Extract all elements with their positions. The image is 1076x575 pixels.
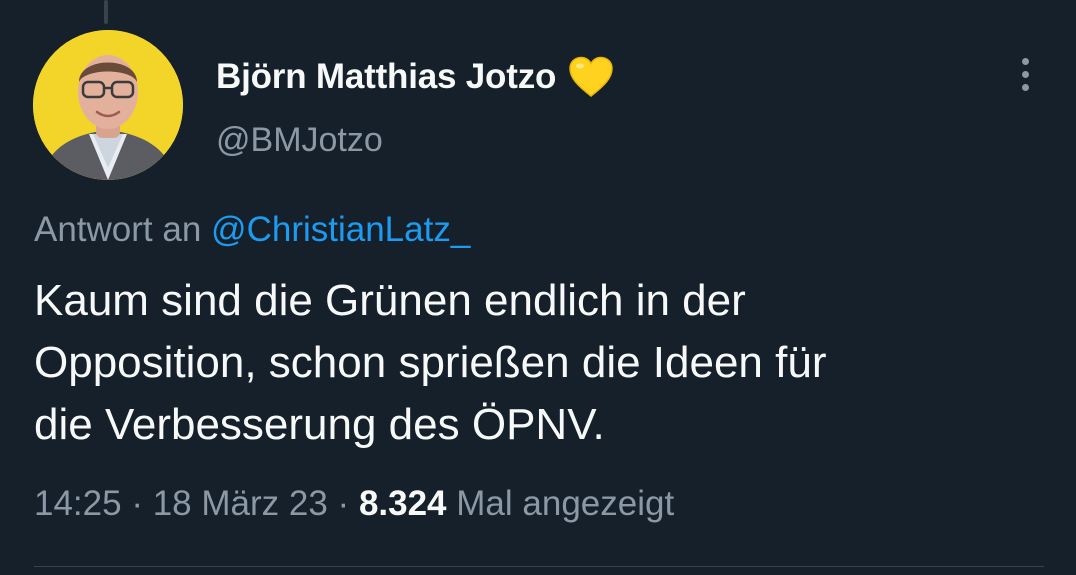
avatar-portrait [33, 30, 183, 180]
views-count[interactable]: 8.324 [359, 484, 447, 523]
tweet-text-line: Kaum sind die Grünen endlich in der [34, 276, 746, 325]
author-name-row[interactable]: Björn Matthias Jotzo [216, 52, 614, 102]
tweet-text: Kaum sind die Grünen endlich in der Oppo… [34, 270, 1044, 456]
tweet-meta: 14:25 · 18 März 23 · 8.324 Mal angezeigt [34, 484, 674, 524]
meta-separator: · [337, 484, 350, 523]
reply-context: Antwort an @ChristianLatz_ [34, 210, 470, 250]
tweet-time[interactable]: 14:25 [34, 484, 122, 523]
more-options-button[interactable] [1005, 54, 1045, 94]
avatar[interactable] [33, 30, 183, 180]
more-dots-icon [1021, 83, 1029, 91]
tweet-text-line: die Verbesserung des ÖPNV. [34, 400, 605, 449]
reply-prefix: Antwort an [34, 210, 202, 249]
divider [34, 566, 1044, 567]
more-dots-icon [1021, 57, 1029, 65]
tweet-text-line: Opposition, schon sprießen die Ideen für [34, 338, 827, 387]
reply-target-link[interactable]: @ChristianLatz_ [211, 210, 470, 249]
more-dots-icon [1021, 70, 1029, 78]
author-handle[interactable]: @BMJotzo [216, 121, 383, 160]
thread-connector-line [104, 0, 108, 24]
tweet-date[interactable]: 18 März 23 [153, 484, 328, 523]
views-label: Mal angezeigt [456, 484, 675, 523]
yellow-heart-icon [568, 56, 614, 98]
meta-separator: · [131, 484, 143, 523]
author-display-name[interactable]: Björn Matthias Jotzo [216, 57, 556, 97]
